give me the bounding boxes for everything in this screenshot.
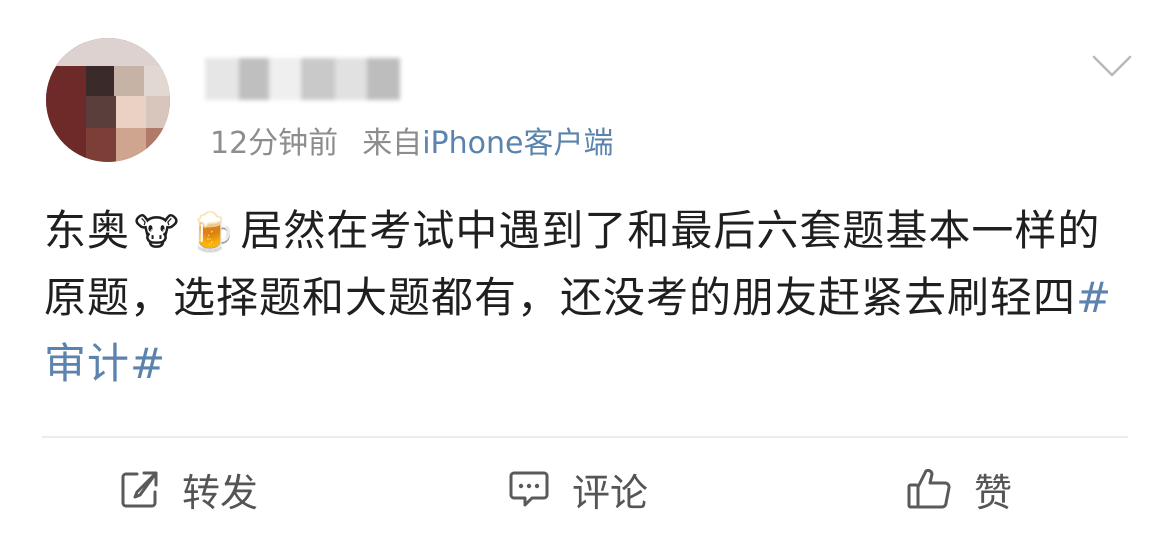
repost-icon: [121, 471, 158, 508]
content-lead: 东奥: [44, 206, 131, 255]
repost-label: 转发: [182, 470, 259, 515]
weibo-post-card: 12分钟前 来自iPhone客户端 东奥 🐮 🍺居然在考试中遇到了和最后六套题基本一样…: [0, 0, 1170, 537]
post-content: 东奥 🐮 🍺居然在考试中遇到了和最后六套题基本一样的原题，选择题和大题都有，还没考的…: [44, 198, 1134, 397]
comment-button[interactable]: 评论: [508, 462, 648, 516]
cow-emoji: 🐮: [134, 210, 180, 254]
comment-label: 评论: [572, 470, 649, 515]
comment-icon: [509, 471, 549, 507]
divider: [42, 436, 1128, 438]
like-button[interactable]: 赞: [906, 462, 1012, 516]
like-icon: [907, 468, 951, 509]
avatar[interactable]: [46, 38, 170, 162]
post-meta: 12分钟前 来自iPhone客户端: [210, 122, 613, 166]
source-prefix: 来自: [362, 126, 423, 161]
like-label: 赞: [974, 470, 1013, 515]
beer-emoji: 🍺: [188, 210, 237, 254]
repost-button[interactable]: 转发: [120, 462, 258, 516]
post-time: 12分钟前: [210, 126, 339, 161]
username-obscured[interactable]: [205, 58, 400, 100]
chevron-down-icon[interactable]: [1092, 54, 1132, 78]
source-link[interactable]: iPhone客户端: [422, 126, 613, 161]
